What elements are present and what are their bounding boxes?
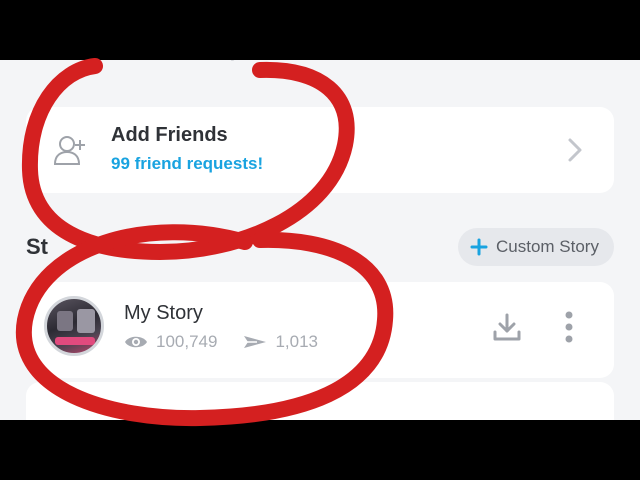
my-story-stats: 100,749 1,013	[124, 332, 344, 352]
next-story-truncated: · · · · · · ·	[176, 410, 248, 420]
plus-icon	[470, 238, 488, 256]
download-icon[interactable]	[492, 312, 522, 342]
friend-requests-count: 99 friend requests!	[111, 154, 264, 173]
custom-story-label: Custom Story	[496, 237, 599, 256]
app-screen: wavy · · · · · 120,000 · ♖ Add Friends 9…	[0, 60, 640, 420]
eye-icon	[125, 336, 147, 348]
next-story-card[interactable]: · · · · · · ·	[26, 382, 614, 420]
stories-section-title: St	[26, 234, 48, 259]
add-friends-title: Add Friends	[111, 124, 228, 146]
custom-story-button[interactable]: Custom Story	[458, 228, 614, 266]
story-views-count: 100,749	[156, 332, 218, 351]
more-vertical-icon[interactable]	[561, 310, 577, 344]
truncated-header-row: wavy · · · · · 120,000 · ♖	[195, 60, 455, 70]
add-friend-icon	[53, 136, 85, 165]
story-shares-count: 1,013	[275, 332, 318, 351]
my-story-card[interactable]: My Story 100,749 1,013	[26, 282, 614, 378]
add-friends-card[interactable]: Add Friends 99 friend requests!	[26, 107, 614, 193]
plane-icon	[244, 336, 267, 348]
chevron-right-icon	[568, 138, 582, 162]
my-story-title: My Story	[124, 302, 203, 324]
my-story-thumbnail[interactable]	[44, 296, 104, 356]
